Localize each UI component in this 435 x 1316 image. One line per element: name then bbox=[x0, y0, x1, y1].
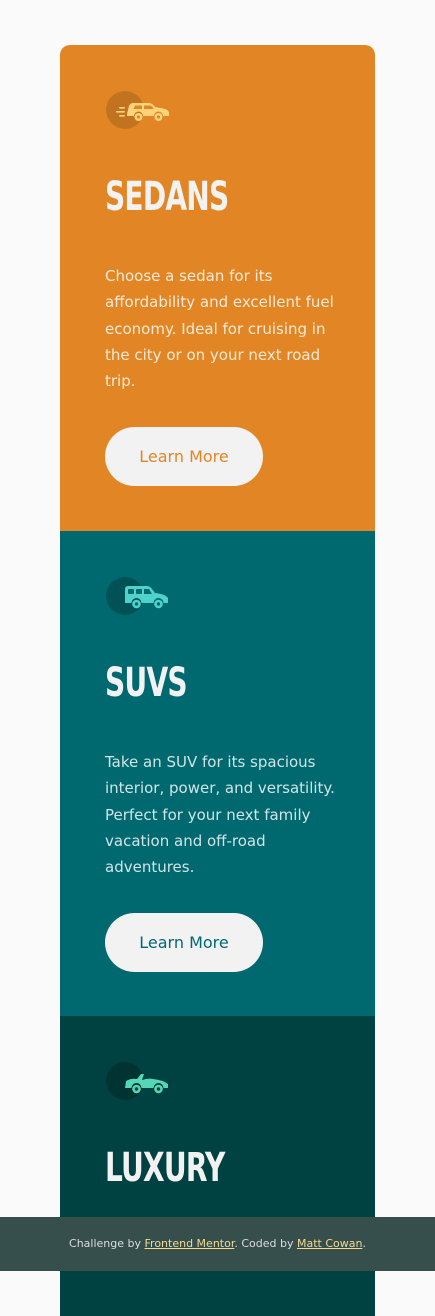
learn-more-button[interactable]: Learn More bbox=[105, 427, 263, 486]
attribution-suffix: . bbox=[362, 1237, 366, 1250]
attribution-prefix: Challenge by bbox=[69, 1237, 145, 1250]
card-title: Sedans bbox=[105, 174, 229, 220]
sedan-car-icon bbox=[105, 90, 169, 130]
suvs-card: SUVs Take an SUV for its spacious interi… bbox=[60, 531, 375, 1016]
frontend-mentor-link[interactable]: Frontend Mentor bbox=[145, 1237, 235, 1250]
card-description: Choose a sedan for its affordability and… bbox=[105, 267, 334, 391]
luxury-car-icon bbox=[105, 1061, 169, 1101]
learn-more-button[interactable]: Learn More bbox=[105, 913, 263, 972]
card-description: Take an SUV for its spacious interior, p… bbox=[105, 753, 335, 877]
card-title: Luxury bbox=[105, 1145, 225, 1191]
card-container: Sedans Choose a sedan for its affordabil… bbox=[60, 45, 375, 1316]
attribution-middle: . Coded by bbox=[234, 1237, 297, 1250]
card-title: SUVs bbox=[105, 660, 188, 706]
luxury-card: Luxury bbox=[60, 1016, 375, 1316]
sedans-card: Sedans Choose a sedan for its affordabil… bbox=[60, 45, 375, 531]
author-link[interactable]: Matt Cowan bbox=[297, 1237, 362, 1250]
attribution-footer: Challenge by Frontend Mentor. Coded by M… bbox=[0, 1217, 435, 1271]
suv-car-icon bbox=[105, 576, 169, 616]
